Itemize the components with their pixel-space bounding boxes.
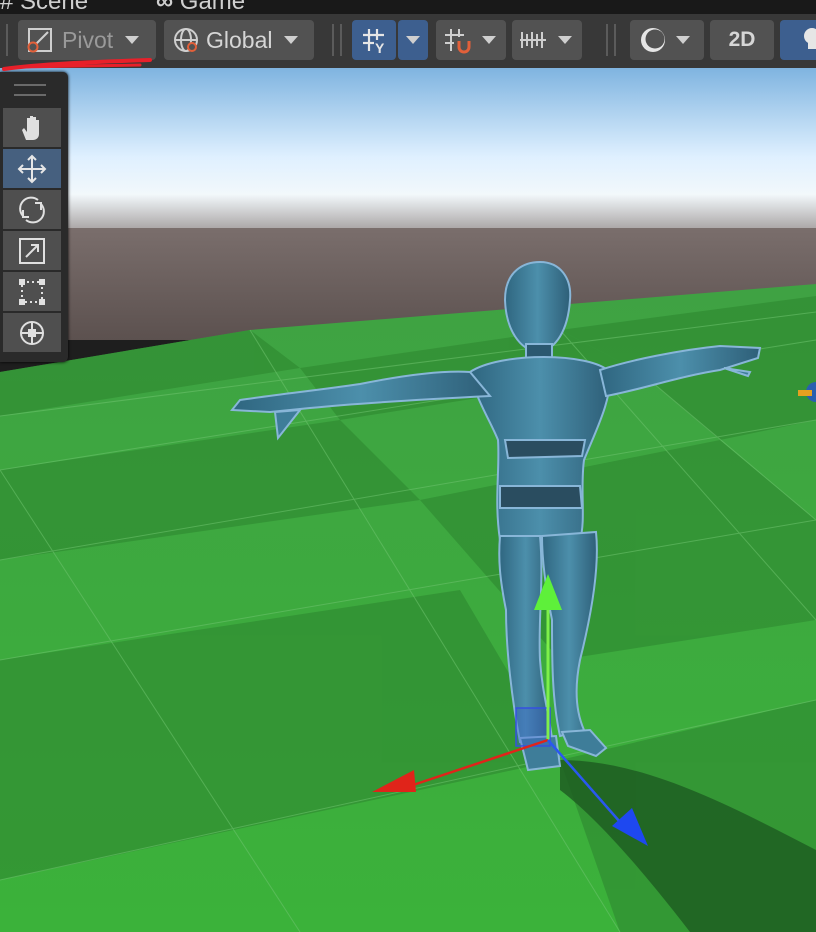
increment-snap-dropdown[interactable]	[436, 20, 506, 60]
grid-snapping-toggle[interactable]: Y	[352, 20, 396, 60]
scene-viewport[interactable]	[0, 68, 816, 932]
move-tool-button[interactable]	[3, 149, 61, 189]
transform-tool-button[interactable]	[3, 313, 61, 353]
tab-game[interactable]: ∞ Game	[156, 0, 245, 14]
red-underline-annotation	[2, 58, 152, 71]
hand-tool-button[interactable]	[3, 108, 61, 148]
toolbar-separator	[606, 24, 608, 56]
pivot-icon	[27, 28, 52, 53]
tool-panel	[0, 72, 68, 362]
rect-tool-button[interactable]	[3, 272, 61, 312]
increment-snap-icon	[445, 29, 471, 54]
globe-icon	[174, 28, 198, 52]
toolbar-separator	[332, 24, 334, 56]
chevron-down-icon	[406, 36, 420, 44]
chevron-down-icon	[676, 36, 690, 44]
panel-drag-handle[interactable]	[14, 84, 46, 96]
light-bulb-icon	[804, 28, 816, 49]
tab-scene-label: Scene	[20, 0, 89, 14]
chevron-down-icon	[125, 36, 140, 44]
global-dropdown[interactable]: Global	[164, 20, 314, 60]
toolbar-separator	[6, 24, 8, 56]
tab-game-label: Game	[179, 0, 246, 14]
pivot-dropdown[interactable]: Pivot	[18, 20, 156, 60]
shading-sphere-icon	[641, 28, 665, 52]
mode-2d-toggle[interactable]: 2D	[710, 20, 774, 60]
grid-snap-icon: Y	[363, 29, 385, 54]
rotate-icon	[19, 196, 45, 223]
pivot-label: Pivot	[62, 26, 114, 53]
toolbar-separator	[340, 24, 342, 56]
chevron-down-icon	[482, 36, 496, 44]
shading-mode-dropdown[interactable]	[630, 20, 704, 60]
ruler-icon	[520, 32, 546, 48]
scene-tab-bar: # Scene ∞ Game	[0, 0, 816, 14]
hand-icon	[22, 115, 39, 140]
tab-scene[interactable]: # Scene	[0, 0, 88, 14]
global-label: Global	[206, 26, 273, 53]
lighting-toggle[interactable]	[780, 20, 816, 60]
chevron-down-icon	[284, 36, 299, 44]
scale-icon	[19, 237, 45, 264]
gamepad-icon: ∞	[156, 0, 174, 14]
rect-transform-icon	[19, 278, 45, 305]
move-arrows-icon	[17, 154, 47, 183]
grid-snapping-dropdown[interactable]	[398, 20, 428, 60]
scene-render	[0, 68, 816, 932]
mode-2d-label: 2D	[728, 28, 756, 51]
scale-tool-button[interactable]	[3, 231, 61, 271]
hash-icon: #	[0, 0, 14, 14]
ruler-dropdown[interactable]	[512, 20, 582, 60]
chevron-down-icon	[558, 36, 572, 44]
rotate-tool-button[interactable]	[3, 190, 61, 230]
toolbar-separator	[614, 24, 616, 56]
transform-icon	[20, 320, 44, 345]
svg-text:Y: Y	[375, 40, 385, 54]
